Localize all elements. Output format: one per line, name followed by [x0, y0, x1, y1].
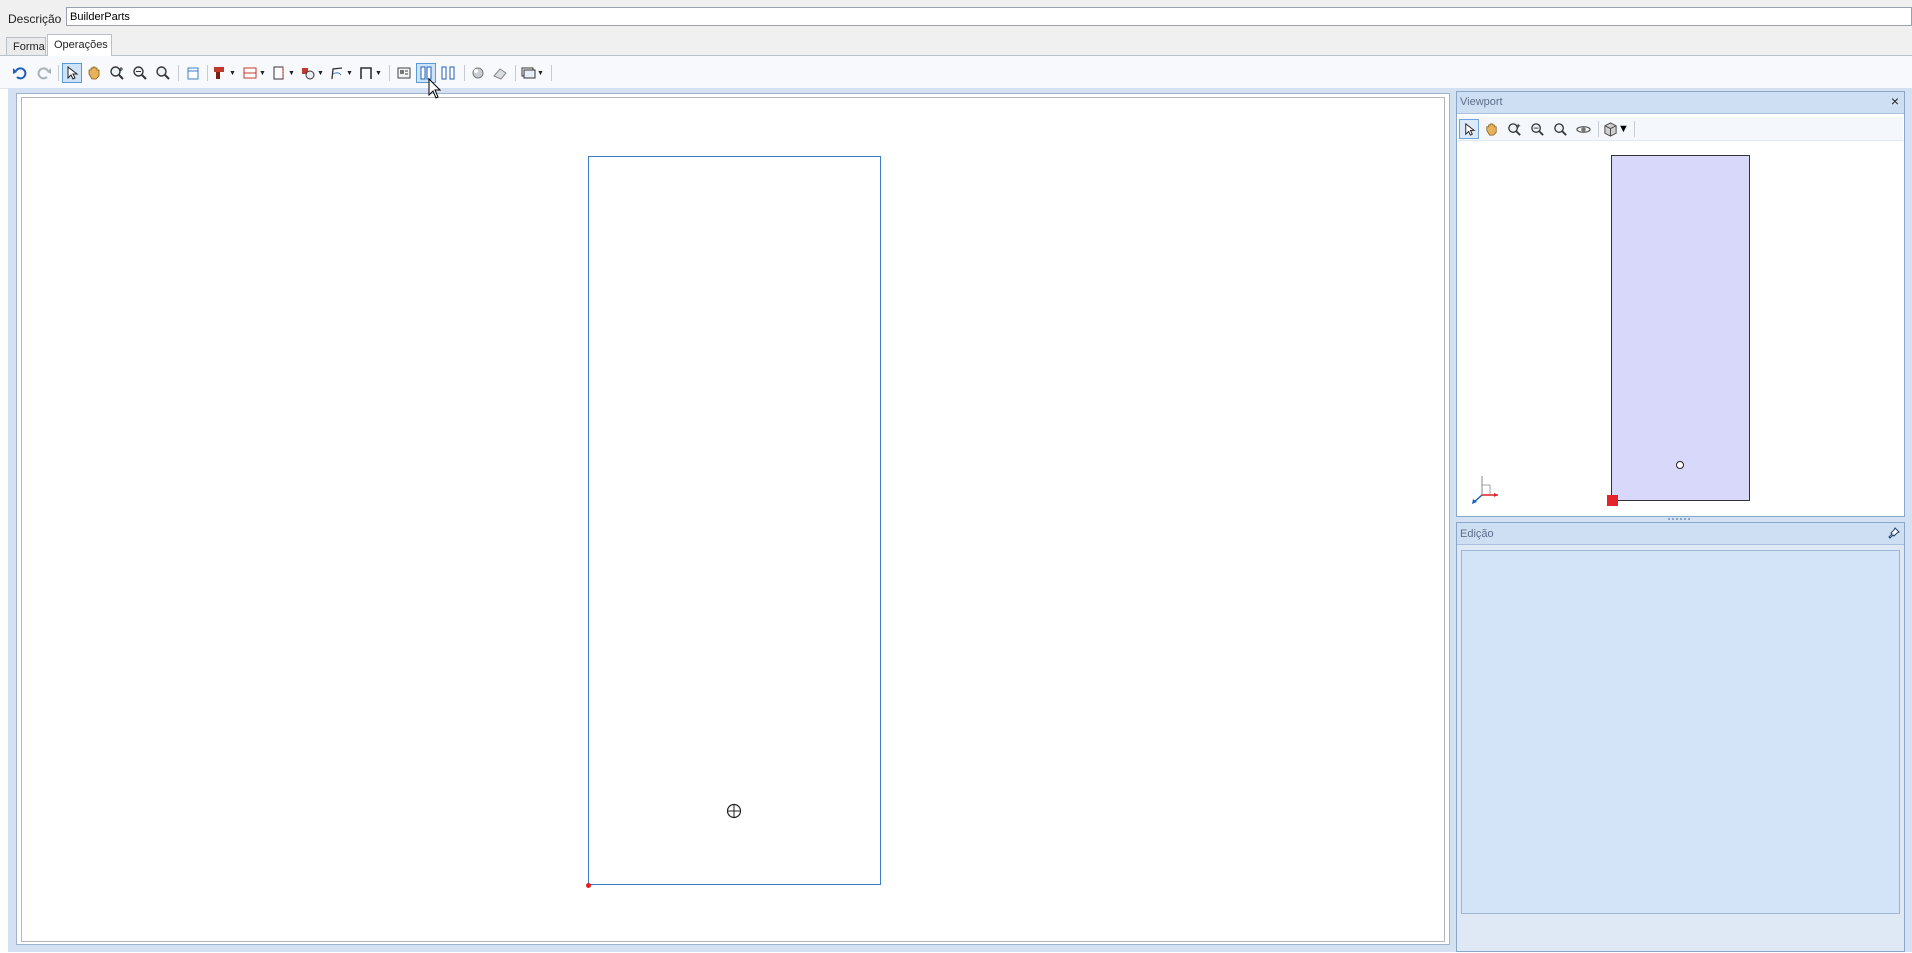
chevron-down-icon: ▼ [346, 69, 353, 77]
viewport-zoom-window-button[interactable] [1504, 119, 1524, 139]
machining-tool-dropdown[interactable]: ▼ [299, 63, 325, 83]
eraser-icon [493, 68, 507, 80]
viewport-select-button[interactable] [1459, 119, 1479, 139]
redo-button[interactable] [34, 63, 54, 83]
display-mode-icon [521, 67, 536, 79]
render-icon [472, 67, 484, 79]
report-icon [397, 67, 411, 79]
toolbar-separator [1634, 121, 1635, 137]
path-tool-dropdown[interactable]: ▼ [328, 63, 354, 83]
render-button[interactable] [468, 63, 488, 83]
axes-gizmo-icon [1472, 476, 1498, 504]
chevron-down-icon: ▼ [229, 69, 236, 77]
part-outline[interactable] [588, 156, 881, 885]
contour-icon [360, 67, 372, 79]
toolbar-separator [464, 65, 465, 81]
viewport-center-marker [1676, 461, 1684, 469]
machining-icon [302, 68, 315, 80]
zoom-out-button[interactable] [130, 63, 150, 83]
edit-panel-title: Edição [1460, 528, 1494, 540]
description-label: Descrição [8, 12, 62, 26]
redo-icon [37, 67, 51, 80]
viewport-zoom-fit-button[interactable] [1550, 119, 1570, 139]
toolbar-separator [58, 65, 59, 81]
tab-operacoes[interactable]: Operações [47, 34, 112, 56]
toolbar-separator [207, 65, 208, 81]
display-mode-dropdown[interactable]: ▼ [519, 63, 545, 83]
description-input[interactable] [66, 7, 1912, 26]
eraser-button[interactable] [490, 63, 510, 83]
chevron-down-icon: ▼ [259, 69, 266, 77]
viewport-title: Viewport [1460, 96, 1503, 108]
chevron-down-icon: ▼ [317, 69, 324, 77]
contour-tool-dropdown[interactable]: ▼ [357, 63, 383, 83]
zoom-out-icon [133, 66, 147, 80]
view-split-icon [441, 66, 455, 80]
frame-icon [273, 66, 284, 80]
frame-tool-dropdown[interactable]: ▼ [270, 63, 296, 83]
zoom-window-icon [1507, 122, 1521, 136]
select-tool-button[interactable] [62, 63, 82, 83]
select-icon [67, 65, 79, 80]
viewport-toolbar [1458, 117, 1903, 141]
new-sheet-icon [187, 67, 199, 80]
viewport-zoom-out-button[interactable] [1527, 119, 1547, 139]
edit-panel-body [1461, 550, 1900, 914]
select-icon [1464, 122, 1476, 136]
zoom-out-icon [1530, 122, 1544, 136]
report-button[interactable] [394, 63, 414, 83]
viewport-view-cube-dropdown[interactable]: ▼ [1602, 119, 1630, 139]
drill-icon [214, 67, 225, 79]
new-sheet-button[interactable] [183, 63, 203, 83]
chevron-down-icon: ▼ [537, 69, 544, 77]
hatch-tool-dropdown[interactable]: ▼ [241, 63, 267, 83]
hatch-icon [243, 67, 257, 79]
tab-forma[interactable]: Forma [6, 37, 46, 55]
part-origin-point[interactable] [586, 883, 591, 888]
toolbar-separator [515, 65, 516, 81]
edit-panel-header [1457, 523, 1904, 545]
toolbar-separator [178, 65, 179, 81]
chevron-down-icon: ▼ [288, 69, 295, 77]
view-cube-icon [1604, 121, 1617, 137]
zoom-fit-icon [156, 66, 170, 80]
zoom-fit-icon [1553, 122, 1567, 136]
pan-icon [88, 66, 100, 80]
chevron-down-icon: ▼ [1618, 123, 1629, 135]
pan-tool-button[interactable] [84, 63, 104, 83]
toolbar-separator [1598, 121, 1599, 137]
viewport-pan-button[interactable] [1481, 119, 1501, 139]
orbit-icon [1575, 125, 1591, 133]
pan-icon [1485, 123, 1497, 135]
drill-tool-dropdown[interactable]: ▼ [211, 63, 237, 83]
toolbar-separator [551, 65, 552, 81]
mouse-cursor-icon [428, 78, 442, 99]
toolbar-separator [389, 65, 390, 81]
part-center-marker[interactable] [726, 803, 742, 819]
viewport-orbit-button[interactable] [1573, 119, 1593, 139]
viewport-part-preview[interactable] [1611, 155, 1750, 501]
path-icon [331, 67, 343, 80]
viewport-origin-marker [1607, 495, 1618, 506]
viewport-header [1457, 92, 1904, 114]
zoom-fit-button[interactable] [153, 63, 173, 83]
panel-splitter-grip[interactable] [1668, 518, 1692, 521]
undo-button[interactable] [10, 63, 30, 83]
undo-icon [13, 67, 27, 80]
zoom-window-icon [110, 66, 124, 80]
close-icon[interactable]: × [1887, 93, 1903, 109]
chevron-down-icon: ▼ [375, 69, 382, 77]
zoom-window-button[interactable] [107, 63, 127, 83]
pin-icon[interactable] [1886, 525, 1902, 541]
